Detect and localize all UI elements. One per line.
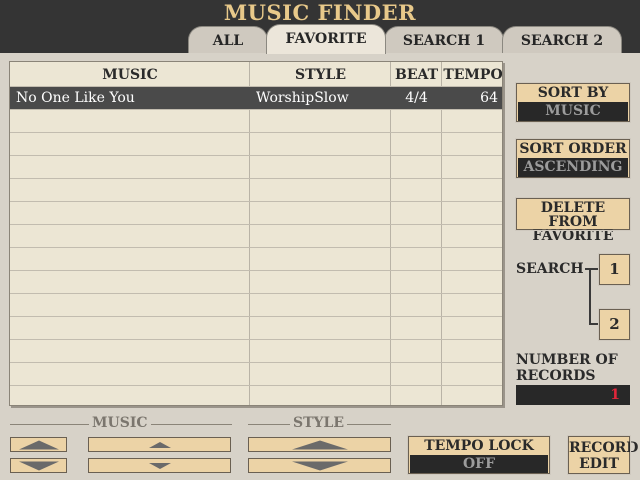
column-header-tempo[interactable]: TEMPO [442,62,502,86]
arrow-down-large-icon [291,461,348,470]
column-divider [390,62,391,405]
delete-from-favorite-button[interactable]: DELETE FROM FAVORITE [515,197,631,243]
search-bracket [589,268,591,325]
arrow-up-large-icon [18,440,59,449]
music-page-up-button[interactable] [10,437,67,452]
record-edit-line2: EDIT [579,456,619,472]
tab-all[interactable]: ALL [188,26,268,53]
sort-by-value: MUSIC [518,102,628,121]
column-header-music[interactable]: MUSIC [10,62,250,86]
arrow-up-small-icon [148,441,171,448]
tab-search-2[interactable]: SEARCH 2 [502,26,622,53]
music-finder-screen: MUSIC FINDER ALL FAVORITE SEARCH 1 SEARC… [0,0,640,480]
arrow-up-large-icon [291,440,348,449]
row-beat: 4/4 [405,90,428,106]
table-row-divider [10,270,502,271]
table-row-divider [10,385,502,386]
music-group-label: MUSIC [89,415,151,431]
row-style-name: WorshipSlow [256,90,349,106]
tempo-lock-value: OFF [410,455,548,473]
column-header-style[interactable]: STYLE [250,62,391,86]
row-tempo: 64 [480,90,498,106]
table-row-divider [10,201,502,202]
tempo-lock-button[interactable]: TEMPO LOCK OFF [407,435,551,475]
table-row-divider [10,316,502,317]
table-row-divider [10,247,502,248]
style-scroll-up-button[interactable] [248,437,391,452]
search-1-button[interactable]: 1 [598,253,631,286]
sort-order-button[interactable]: SORT ORDER ASCENDING [515,138,631,179]
table-row-divider [10,339,502,340]
style-scroll-down-button[interactable] [248,458,391,473]
record-edit-button[interactable]: RECORD EDIT [567,435,639,475]
search-bracket [585,268,599,270]
records-label: NUMBER OF RECORDS [516,352,618,384]
sort-order-label: SORT ORDER [519,141,627,157]
search-1-label: 1 [609,260,620,278]
music-page-down-button[interactable] [10,458,67,473]
records-label-line1: NUMBER OF [516,352,618,368]
table-row-divider [10,293,502,294]
sort-order-value: ASCENDING [518,158,628,177]
sort-by-label: SORT BY [537,85,609,101]
row-music-title: No One Like You [16,90,135,106]
records-count-value: 1 [516,385,630,405]
table-row-divider [10,362,502,363]
tab-search-1[interactable]: SEARCH 1 [384,26,504,53]
music-scroll-down-button[interactable] [88,458,231,473]
record-edit-line1: RECORD [569,440,639,456]
music-list-table: MUSIC STYLE BEAT TEMPO No One Like You W… [9,61,503,406]
records-label-line2: RECORDS [516,368,596,384]
column-header-beat[interactable]: BEAT [391,62,442,86]
music-scroll-up-button[interactable] [88,437,231,452]
tempo-lock-label: TEMPO LOCK [424,438,534,454]
sort-by-button[interactable]: SORT BY MUSIC [515,82,631,123]
search-2-button[interactable]: 2 [598,308,631,341]
tab-favorite[interactable]: FAVORITE [266,24,386,54]
table-row-divider [10,224,502,225]
table-row-divider [10,178,502,179]
column-divider [441,62,442,405]
search-label: SEARCH [516,261,584,277]
arrow-down-large-icon [18,461,59,470]
delete-label-line1: DELETE FROM [540,200,606,230]
search-bracket [589,323,599,325]
table-row-divider [10,155,502,156]
table-row-divider [10,132,502,133]
arrow-down-small-icon [148,462,171,469]
delete-label-line2: FAVORITE [532,228,614,244]
column-divider [249,62,250,405]
search-2-label: 2 [609,315,620,333]
table-row-divider [10,109,502,110]
style-group-label: STYLE [290,415,348,431]
